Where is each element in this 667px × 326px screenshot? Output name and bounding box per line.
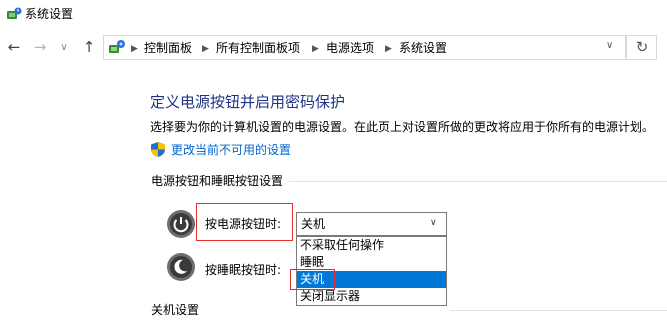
power-button-label: 按电源按钮时: [205,217,282,231]
up-arrow-icon[interactable]: ↑ [79,37,99,57]
sleep-button-label: 按睡眠按钮时: [205,263,282,277]
shield-icon [151,142,165,157]
section-divider [289,181,667,182]
power-button-select-value: 关机 [301,217,326,231]
title-bar [0,0,667,28]
breadcrumb-separator: ▶ [312,44,319,54]
breadcrumb-all-items[interactable]: 所有控制面板项 [216,40,300,56]
breadcrumb-control-panel[interactable]: 控制面板 [144,40,192,56]
breadcrumb-power-options[interactable]: 电源选项 [326,40,374,56]
chevron-down-icon[interactable]: ∨ [57,38,71,58]
page-description: 选择要为你的计算机设置的电源设置。在此页上对设置所做的更改将应用于你所有的电源计… [150,120,655,134]
sleep-button-icon [167,253,195,281]
breadcrumb-separator: ▶ [385,44,392,54]
chevron-down-icon[interactable]: ∨ [430,218,437,228]
option-do-nothing[interactable]: 不采取任何操作 [297,237,446,254]
address-dropdown-icon[interactable]: ∨ [606,40,613,51]
section-title-shutdown: 关机设置 [151,303,200,317]
power-options-icon [7,7,22,19]
forward-arrow-icon[interactable]: → [30,37,50,57]
selected-option-highlight [290,269,335,290]
section-divider [450,310,667,311]
page-title: 定义电源按钮并启用密码保护 [150,93,346,111]
breadcrumb-system-settings[interactable]: 系统设置 [399,40,447,56]
back-arrow-icon[interactable]: ← [4,37,24,57]
option-turn-off-display[interactable]: 关闭显示器 [297,288,446,305]
power-button-icon [167,210,195,238]
control-panel-icon [109,40,125,53]
section-title-buttons: 电源按钮和睡眠按钮设置 [151,174,284,188]
breadcrumb-separator: ▶ [202,44,209,54]
breadcrumb-separator: ▶ [131,44,138,54]
window-title: 系统设置 [25,7,74,21]
change-unavailable-settings-link[interactable]: 更改当前不可用的设置 [171,142,291,158]
refresh-icon[interactable]: ↻ [634,38,650,56]
